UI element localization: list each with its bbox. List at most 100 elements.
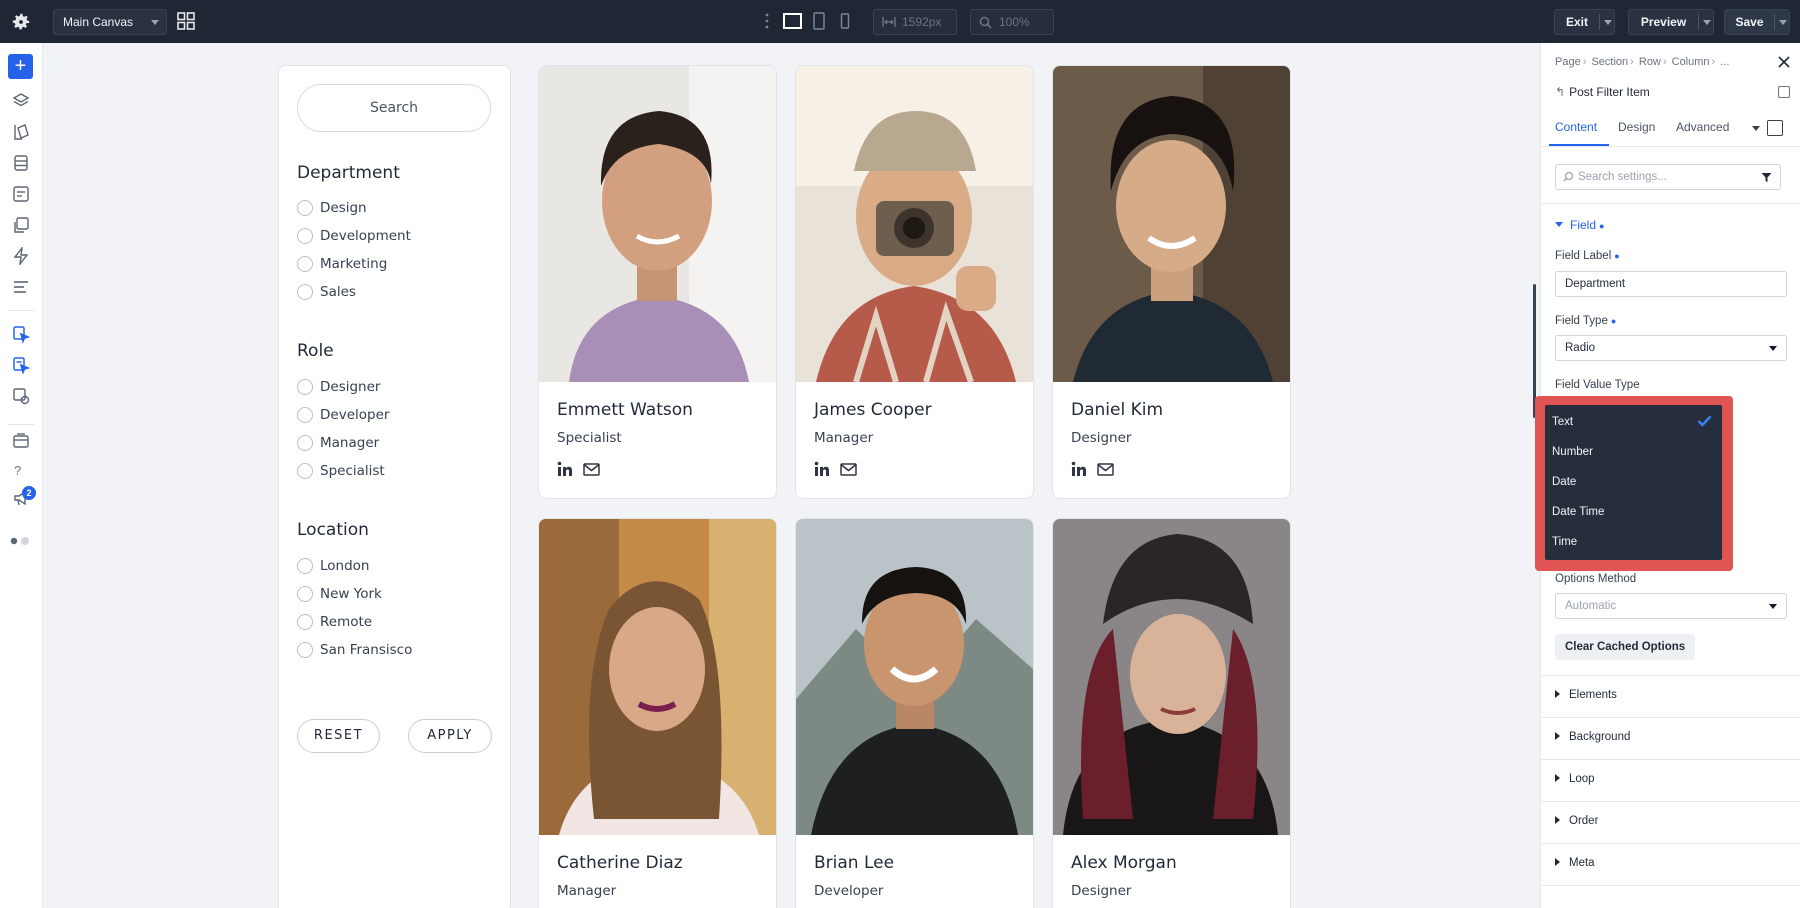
section-loop-toggle[interactable]: Loop: [1555, 773, 1595, 785]
preview-label: Preview: [1640, 15, 1687, 29]
radio-button[interactable]: [297, 642, 313, 658]
tab-content[interactable]: Content: [1555, 120, 1597, 134]
loop-builder-icon[interactable]: [12, 325, 30, 343]
caret-down-icon: [1555, 222, 1563, 227]
breadcrumb-item[interactable]: Page: [1555, 56, 1581, 68]
tab-advanced[interactable]: Advanced: [1676, 120, 1729, 134]
chevron-down-icon[interactable]: [1703, 20, 1711, 25]
breadcrumb-item[interactable]: Column: [1672, 56, 1710, 68]
drag-handle-icon[interactable]: [764, 12, 770, 30]
section-order-toggle[interactable]: Order: [1555, 815, 1598, 827]
breadcrumb-item[interactable]: Section: [1591, 56, 1628, 68]
radio-button[interactable]: [297, 228, 313, 244]
radio-button[interactable]: [297, 256, 313, 272]
close-icon[interactable]: [1778, 56, 1790, 68]
dropdown-option-number[interactable]: Number: [1552, 446, 1593, 458]
dropdown-option-date-time[interactable]: Date Time: [1552, 506, 1604, 518]
search-input[interactable]: Search: [297, 84, 491, 132]
section-label: Order: [1569, 815, 1599, 827]
divider: [1541, 759, 1800, 760]
theme-builder-icon[interactable]: [12, 387, 30, 405]
form-icon[interactable]: [12, 185, 30, 203]
team-card[interactable]: James Cooper Manager: [795, 65, 1034, 499]
team-card[interactable]: Emmett Watson Specialist: [538, 65, 777, 499]
settings-search-input[interactable]: Search settings...: [1555, 164, 1781, 190]
radio-button[interactable]: [297, 379, 313, 395]
breadcrumb-item[interactable]: Row: [1639, 56, 1661, 68]
toggle-icon[interactable]: [9, 536, 31, 546]
radio-button[interactable]: [297, 586, 313, 602]
field-type-select[interactable]: Radio: [1555, 335, 1787, 361]
breadcrumb-item[interactable]: ...: [1720, 56, 1729, 68]
canvas-width-field[interactable]: 1592px: [873, 9, 957, 35]
chevron-right-icon: ›: [1711, 56, 1716, 68]
save-button[interactable]: Save: [1724, 9, 1790, 35]
add-module-button[interactable]: +: [8, 54, 33, 79]
section-field-toggle[interactable]: Field ●: [1555, 218, 1604, 232]
linkedin-icon[interactable]: [814, 461, 830, 477]
gear-icon[interactable]: [10, 11, 32, 33]
dropdown-option-time[interactable]: Time: [1552, 536, 1577, 548]
apply-button[interactable]: APPLY: [408, 719, 492, 753]
radio-button[interactable]: [297, 407, 313, 423]
grid-icon[interactable]: [177, 12, 195, 30]
radio-button[interactable]: [297, 463, 313, 479]
zoom-field[interactable]: 100%: [970, 9, 1054, 35]
tab-design[interactable]: Design: [1618, 120, 1655, 134]
dropdown-option-text[interactable]: Text: [1552, 416, 1573, 428]
portability-icon[interactable]: [12, 432, 30, 450]
desktop-view-icon[interactable]: [783, 12, 802, 30]
radio-button[interactable]: [297, 435, 313, 451]
filter-builder-icon[interactable]: [12, 356, 30, 374]
database-icon[interactable]: [12, 154, 30, 172]
chevron-down-icon: [1769, 604, 1777, 609]
chevron-down-icon[interactable]: [1604, 20, 1612, 25]
list-settings-icon[interactable]: [12, 278, 30, 296]
field-label-input[interactable]: Department: [1555, 271, 1787, 297]
mail-icon[interactable]: [583, 463, 600, 476]
team-card[interactable]: Brian Lee Developer: [795, 518, 1034, 908]
reset-button[interactable]: RESET: [297, 719, 380, 753]
section-elements-toggle[interactable]: Elements: [1555, 689, 1617, 701]
person-name: Daniel Kim: [1071, 400, 1164, 420]
person-role: Specialist: [557, 430, 622, 446]
back-arrow-icon[interactable]: ↰: [1555, 85, 1565, 99]
options-method-select[interactable]: Automatic: [1555, 593, 1787, 619]
team-card[interactable]: Daniel Kim Designer: [1052, 65, 1291, 499]
team-card[interactable]: Catherine Diaz Manager: [538, 518, 777, 908]
chevron-down-icon[interactable]: [1779, 20, 1787, 25]
dropdown-option-date[interactable]: Date: [1552, 476, 1576, 488]
clear-cached-options-button[interactable]: Clear Cached Options: [1555, 634, 1696, 660]
radio-label: Marketing: [320, 256, 388, 272]
section-label: Background: [1569, 731, 1631, 743]
radio-label: New York: [320, 586, 382, 602]
tablet-view-icon[interactable]: [812, 12, 826, 30]
chevron-down-icon[interactable]: [1752, 126, 1760, 131]
phone-view-icon[interactable]: [839, 12, 851, 30]
expand-panel-icon[interactable]: [1767, 120, 1783, 136]
layers-icon[interactable]: [12, 92, 30, 110]
team-card[interactable]: Alex Morgan Designer: [1052, 518, 1291, 908]
section-background-toggle[interactable]: Background: [1555, 731, 1630, 743]
mail-icon[interactable]: [1097, 463, 1114, 476]
exit-button[interactable]: Exit: [1554, 9, 1615, 35]
mail-icon[interactable]: [840, 463, 857, 476]
linkedin-icon[interactable]: [1071, 461, 1087, 477]
pages-icon[interactable]: [12, 123, 30, 141]
copy-icon[interactable]: [12, 216, 30, 234]
profile-photo: [1053, 519, 1290, 835]
preview-button[interactable]: Preview: [1628, 9, 1714, 35]
help-icon[interactable]: ?: [14, 463, 21, 478]
radio-button[interactable]: [297, 558, 313, 574]
canvas-selector[interactable]: Main Canvas: [53, 9, 167, 35]
panel-options-icon[interactable]: [1778, 86, 1790, 98]
radio-button[interactable]: [297, 284, 313, 300]
radio-button[interactable]: [297, 200, 313, 216]
lightning-icon[interactable]: [12, 247, 30, 265]
settings-search-placeholder: Search settings...: [1578, 171, 1667, 183]
linkedin-icon[interactable]: [557, 461, 573, 477]
canvas-width-value: 1592px: [902, 15, 942, 29]
radio-button[interactable]: [297, 614, 313, 630]
section-meta-toggle[interactable]: Meta: [1555, 857, 1595, 869]
filter-icon[interactable]: [1761, 172, 1772, 183]
